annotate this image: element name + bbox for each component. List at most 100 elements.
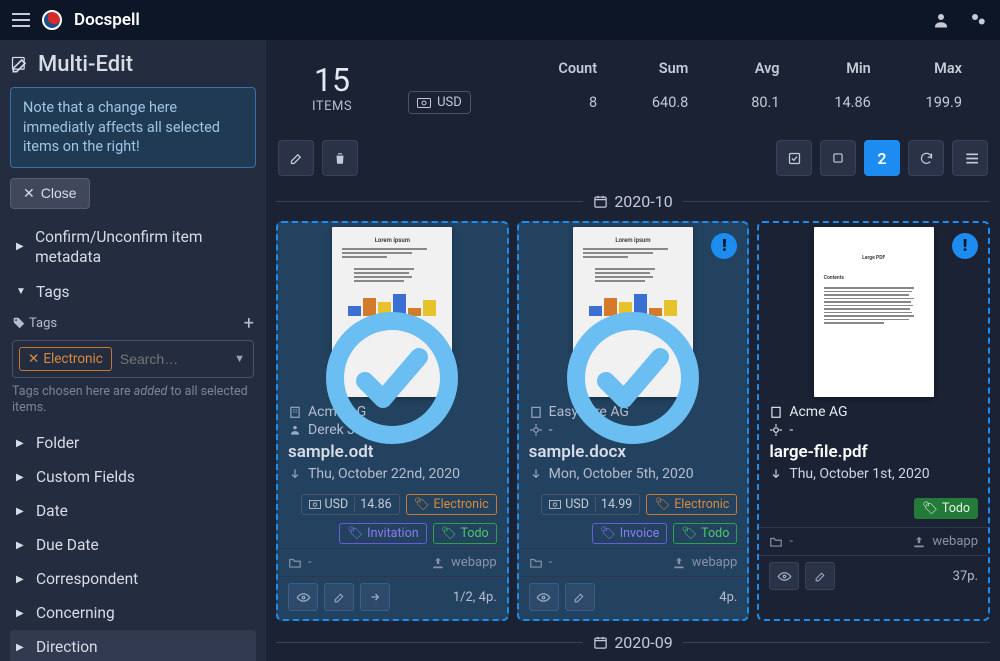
sidebar-title-text: Multi-Edit (38, 52, 133, 77)
money-icon (309, 500, 321, 509)
section-concerning[interactable]: ▶Concerning (10, 596, 256, 630)
selected-count-badge[interactable]: 2 (864, 140, 900, 176)
main-content: 15 ITEMS Count Sum Avg Min Max USD (266, 40, 1000, 661)
select-none-button[interactable] (820, 140, 856, 176)
section-direction[interactable]: ▶Direction (10, 630, 256, 661)
arrow-down-icon (529, 467, 543, 481)
section-due-date[interactable]: ▶Due Date (10, 528, 256, 562)
brand-name: Docspell (74, 10, 140, 30)
person-icon (288, 423, 302, 437)
tag-todo: 🏷 Todo (673, 523, 737, 544)
card-org: Acme AG (789, 404, 847, 420)
card-person: - (789, 422, 793, 438)
selected-check-icon (317, 303, 467, 453)
sidebar-title: Multi-Edit (10, 48, 256, 87)
folder-icon (529, 556, 543, 570)
currency-badge: USD (408, 91, 471, 114)
delete-button[interactable] (322, 140, 358, 176)
tag-combobox[interactable]: ✕Electronic ▼ (12, 340, 254, 378)
card-pages: 4p. (719, 590, 737, 605)
col-min: Min (788, 56, 879, 81)
date-divider: 2020-09 (276, 633, 990, 652)
folder-icon (288, 556, 302, 570)
amount-pill: USD14.99 (541, 494, 640, 515)
target-icon (529, 423, 543, 437)
val-min: 14.86 (788, 90, 879, 115)
val-avg: 80.1 (696, 90, 787, 115)
edit-item-button[interactable] (805, 562, 835, 590)
target-icon (769, 423, 783, 437)
date-divider: 2020-10 (276, 192, 990, 211)
upload-icon (912, 535, 926, 549)
sidebar: Multi-Edit Note that a change here immed… (0, 40, 266, 661)
preview-button[interactable] (288, 583, 318, 611)
section-tags[interactable]: ▼Tags (10, 275, 256, 309)
card-actions: 1/2, 4p. (278, 576, 507, 619)
upload-icon (431, 556, 445, 570)
building-icon (288, 405, 302, 419)
card-row: Lorem ipsum Acme AG Derek Jeter sample.o… (276, 221, 990, 621)
tag-electronic: 🏷 Electronic (646, 494, 737, 515)
thumbnail: Large PDF Contents (814, 227, 934, 397)
sidebar-notice: Note that a change here immediatly affec… (10, 87, 256, 168)
card-date: Thu, October 1st, 2020 (789, 466, 929, 482)
card-footer: - webapp (519, 548, 748, 576)
section-confirm[interactable]: ▶Confirm/Unconfirm item metadata (10, 219, 256, 275)
add-tag-icon[interactable]: + (244, 313, 254, 334)
card-date: Thu, October 22nd, 2020 (308, 466, 460, 482)
section-date[interactable]: ▶Date (10, 494, 256, 528)
edit-button[interactable] (278, 140, 314, 176)
close-button[interactable]: ✕ Close (10, 178, 90, 209)
stats-bar: 15 ITEMS Count Sum Avg Min Max USD (276, 40, 990, 134)
chevron-down-icon[interactable]: ▼ (234, 352, 245, 365)
selected-check-icon (558, 303, 708, 453)
building-icon (769, 405, 783, 419)
card-footer: - webapp (759, 527, 988, 555)
card-pages: 37p. (953, 569, 978, 584)
folder-icon (769, 535, 783, 549)
section-correspondent[interactable]: ▶Correspondent (10, 562, 256, 596)
tag-invoice: 🏷 Invoice (592, 523, 667, 544)
item-card[interactable]: Lorem ipsum Acme AG Derek Jeter sample.o… (276, 221, 509, 621)
arrow-down-icon (769, 467, 783, 481)
tags-sub-label: Tags (29, 316, 57, 331)
money-icon (417, 98, 431, 108)
val-sum: 640.8 (605, 90, 696, 115)
col-count: Count (514, 56, 605, 81)
items-count: 15 ITEMS (312, 61, 352, 114)
tag-todo: 🏷 Todo (914, 498, 978, 519)
card-actions: 37p. (759, 555, 988, 598)
preview-button[interactable] (769, 562, 799, 590)
card-pages: 1/2, 4p. (453, 590, 497, 605)
open-button[interactable] (360, 583, 390, 611)
tag-chip-electronic[interactable]: ✕Electronic (19, 347, 112, 371)
select-all-button[interactable] (776, 140, 812, 176)
val-max: 199.9 (879, 90, 970, 115)
tag-invitation: 🏷 Invitation (339, 523, 426, 544)
item-card[interactable]: ! Lorem ipsum EasyCare AG - sample.docx (517, 221, 750, 621)
edit-item-button[interactable] (324, 583, 354, 611)
list-view-button[interactable] (952, 140, 988, 176)
card-footer: - webapp (278, 548, 507, 576)
top-bar: Docspell (0, 0, 1000, 40)
item-card[interactable]: ! Large PDF Contents Acme AG - large-fil… (757, 221, 990, 621)
val-count: 8 (514, 90, 605, 115)
calendar-icon (593, 194, 608, 209)
menu-toggle[interactable] (12, 13, 30, 27)
edit-item-button[interactable] (565, 583, 595, 611)
card-date: Mon, October 5th, 2020 (549, 466, 694, 482)
refresh-button[interactable] (908, 140, 944, 176)
tag-icon (12, 316, 26, 330)
preview-button[interactable] (529, 583, 559, 611)
user-icon[interactable] (932, 11, 950, 29)
toolbar: 2 (276, 134, 990, 188)
card-actions: 4p. (519, 576, 748, 619)
section-folder[interactable]: ▶Folder (10, 426, 256, 460)
building-icon (529, 405, 543, 419)
settings-icon[interactable] (968, 11, 988, 29)
tags-subsection: Tags + ✕Electronic ▼ Tags chosen here ar… (10, 309, 256, 427)
section-custom-fields[interactable]: ▶Custom Fields (10, 460, 256, 494)
close-icon: ✕ (23, 185, 35, 202)
close-label: Close (41, 185, 77, 201)
col-sum: Sum (605, 56, 696, 81)
